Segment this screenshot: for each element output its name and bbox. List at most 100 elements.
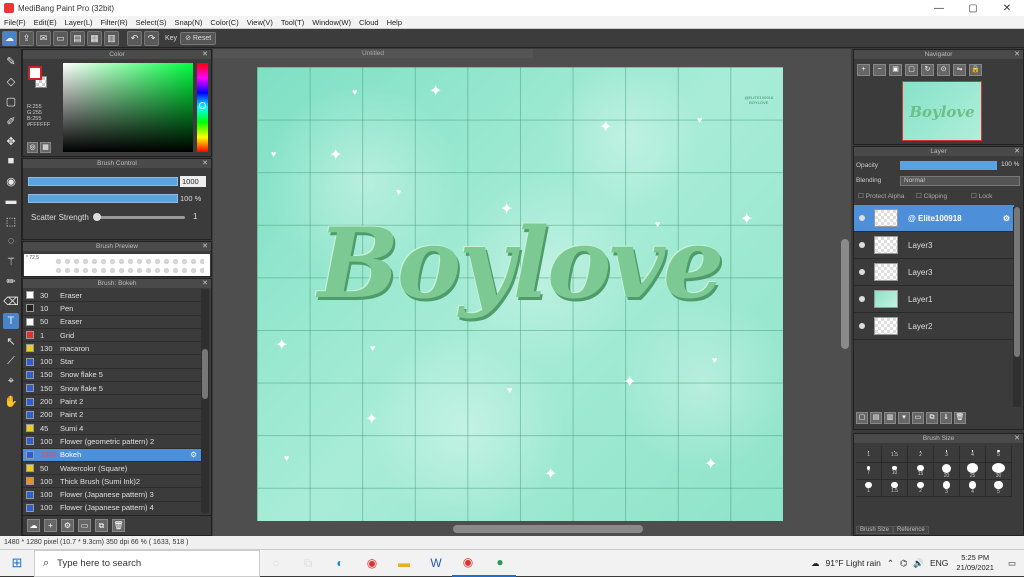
actual-size-icon[interactable]: ▢ [905,64,918,76]
rotate-icon[interactable]: ↻ [921,64,934,76]
menu-filter[interactable]: Filter(R) [97,18,132,27]
brush-size-cell[interactable]: 1.5 [882,446,908,463]
gradient-tool-icon[interactable]: ▬ [3,193,19,209]
lasso-tool-icon[interactable]: ◌ [3,233,19,249]
fill-tool-icon[interactable]: ◉ [3,173,19,189]
move-tool-icon[interactable]: ✥ [3,133,19,149]
cortana-icon[interactable]: ○ [260,550,292,577]
brush-list-item[interactable]: 1000 Bokeh ⚙ [23,448,201,462]
panel-close-icon[interactable]: ✕ [1014,50,1020,59]
brush-settings-gear-icon[interactable]: ⚙ [190,450,197,459]
brush-size-cell[interactable]: 1 [856,446,882,463]
scatter-strength-slider[interactable] [95,216,185,219]
layer-folder-icon[interactable]: ▭ [912,412,924,424]
brush-size-field[interactable]: 1000 [180,176,206,187]
layer-row[interactable]: Layer2 [854,313,1014,340]
menu-cloud[interactable]: Cloud [355,18,383,27]
brush-list-item[interactable]: 45 Sumi 4 [23,422,201,436]
brush-size-cell[interactable]: 3 [934,480,960,497]
layer-row[interactable]: @ Elite100918 ⚙ [854,205,1014,232]
layer-options-icon[interactable]: ▾ [898,412,910,424]
lock-view-icon[interactable]: 🔒 [969,64,982,76]
new-8bit-layer-icon[interactable]: ▥ [884,412,896,424]
brush-size-cell[interactable]: 30 [986,463,1012,480]
layer-visibility-icon[interactable] [859,323,865,329]
brush-list-item[interactable]: 150 Snow flake 5 [23,382,201,396]
panel-close-icon[interactable]: ✕ [202,50,208,59]
menu-layer[interactable]: Layer(L) [61,18,97,27]
medibang-icon[interactable]: ● [484,550,516,577]
brush-list-item[interactable]: 130 macaron [23,342,201,356]
tab-reference[interactable]: Reference [893,526,929,534]
eraser-tool-icon[interactable]: ◇ [3,73,19,89]
tab-brush-size[interactable]: Brush Size [856,526,894,534]
select-eraser-icon[interactable]: ⌫ [3,293,19,309]
chrome-window-icon[interactable]: ◉ [452,550,484,577]
layer-visibility-icon[interactable] [859,296,865,302]
text-tool-icon[interactable]: T [3,313,19,329]
redo-icon[interactable]: ↷ [144,30,159,46]
brush-list-scrollbar[interactable] [201,289,209,513]
brush-size-cell[interactable]: 15 [908,463,934,480]
brush-list-item[interactable]: 1 Grid [23,329,201,343]
layer-visibility-icon[interactable] [859,242,865,248]
language-indicator[interactable]: ENG [930,558,948,568]
layer-visibility-icon[interactable] [859,269,865,275]
panel-close-icon[interactable]: ✕ [1014,434,1020,443]
brush-list-item[interactable]: 100 Flower (Japanese pattern) 3 [23,488,201,502]
fit-icon[interactable]: ▣ [889,64,902,76]
brush-list-item[interactable]: 30 Eraser [23,289,201,303]
new-layer-icon[interactable]: ▢ [856,412,868,424]
panel-close-icon[interactable]: ✕ [1014,147,1020,156]
network-icon[interactable]: ⌬ [900,558,907,569]
table-icon[interactable]: ▥ [104,30,119,46]
brush-size-cell[interactable]: 4 [960,446,986,463]
hand-tool-icon[interactable]: ✋ [3,393,19,409]
undo-icon[interactable]: ↶ [127,30,142,46]
zoom-out-icon[interactable]: − [873,64,886,76]
canvas-tab[interactable]: Untitled [213,49,533,58]
panel-icon[interactable]: ▤ [70,30,85,46]
brush-size-cell[interactable]: 4 [960,480,986,497]
volume-icon[interactable]: 🔊 [913,558,924,569]
brush-size-cell[interactable]: 7 [856,463,882,480]
scatter-strength-knob[interactable] [93,213,101,221]
cloud-icon[interactable]: ☁ [2,30,17,46]
brush-list-item[interactable]: 50 Eraser [23,316,201,329]
menu-select[interactable]: Select(S) [132,18,171,27]
brush-settings-icon[interactable]: ⚙ [61,519,74,532]
brush-list-item[interactable]: 200 Paint 2 [23,395,201,409]
duplicate-layer-icon[interactable]: ⧉ [926,412,938,424]
windows-start-icon[interactable]: ⊞ [0,550,34,577]
message-icon[interactable]: ▭ [53,30,68,46]
protect-alpha-checkbox[interactable]: ☐ Protect Alpha [858,192,904,200]
layer-visibility-icon[interactable] [859,215,865,221]
layer-scroll-thumb[interactable] [1014,207,1020,357]
color-wheel-icon[interactable]: ◎ [27,142,38,153]
word-icon[interactable]: W [420,550,452,577]
brush-size-cell[interactable]: 5 [986,480,1012,497]
brush-tool-icon[interactable]: ✎ [3,53,19,69]
panel-close-icon[interactable]: ✕ [202,242,208,251]
menu-edit[interactable]: Edit(E) [30,18,61,27]
canvas-vertical-scrollbar[interactable] [841,239,849,349]
brush-list-item[interactable]: 150 Snow flake 5 [23,369,201,383]
zoom-in-icon[interactable]: + [857,64,870,76]
foreground-color-swatch[interactable] [28,66,42,80]
flip-icon[interactable]: ⇋ [953,64,966,76]
operation-tool-icon[interactable]: ↖ [3,333,19,349]
layer-row[interactable]: Layer1 [854,286,1014,313]
artwork-canvas[interactable]: @ELITE100918 BOYLOVE ✦ ✦ ✦ ✦ ✦ ✦ ✦ ✦ ✦ ✦… [257,67,783,521]
new-halftone-layer-icon[interactable]: ▤ [870,412,882,424]
brush-list-item[interactable]: 200 Paint 2 [23,409,201,422]
pen-tool-icon[interactable]: ✐ [3,113,19,129]
maximize-button[interactable]: ▢ [956,3,990,14]
layer-opacity-slider[interactable] [900,161,997,170]
select-pen-icon[interactable]: ✏ [3,273,19,289]
task-view-icon[interactable]: ⧉ [292,550,324,577]
divide-tool-icon[interactable]: ⟋ [3,353,19,369]
brush-delete-icon[interactable]: 🗑 [112,519,125,532]
brush-size-cell[interactable]: 20 [934,463,960,480]
brush-cloud-icon[interactable]: ☁ [27,519,40,532]
reset-view-icon[interactable]: ⊙ [937,64,950,76]
